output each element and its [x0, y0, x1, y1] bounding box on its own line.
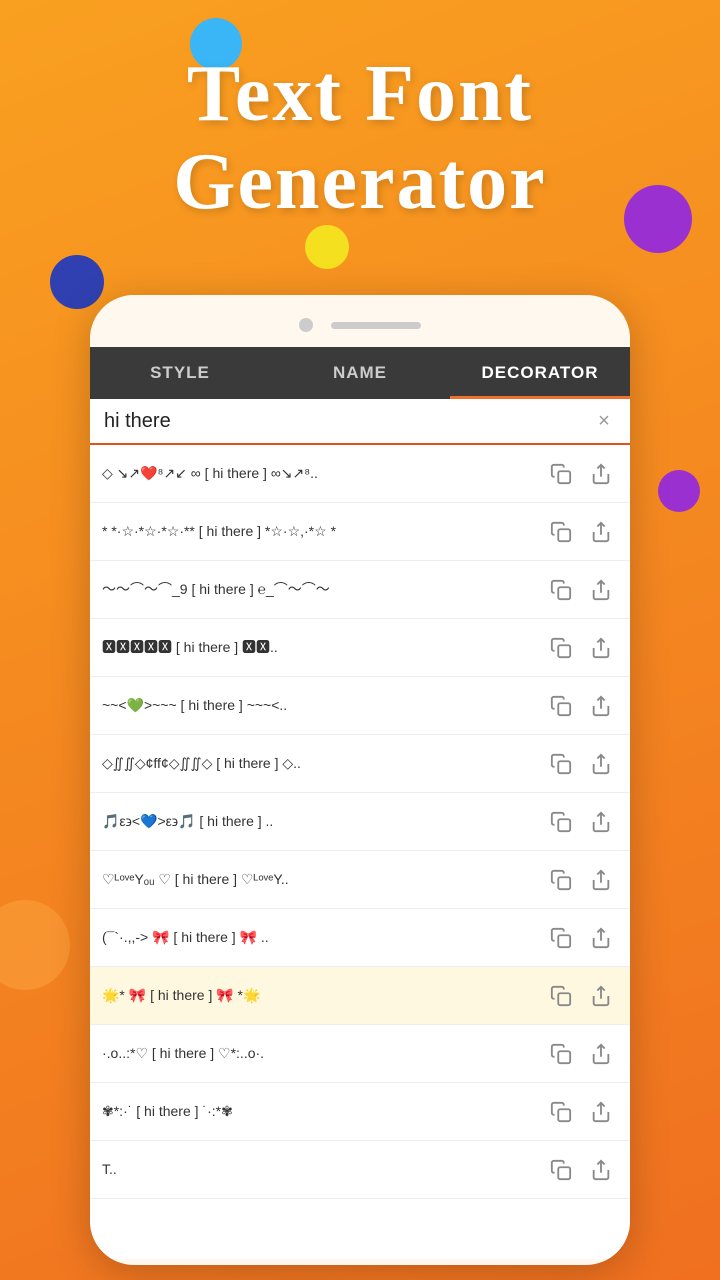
- phone-top-bar: [90, 295, 630, 347]
- copy-button[interactable]: [544, 1037, 578, 1071]
- result-row: (¯`·.,,-> 🎀 [ hi there ] 🎀 ..: [90, 909, 630, 967]
- title-area: Text Font Generator: [0, 50, 720, 226]
- share-button[interactable]: [584, 689, 618, 723]
- tab-bar: STYLE NAME DECORATOR: [90, 347, 630, 399]
- result-row: ◇ ↘↗❤️⁸↗↙ ∞ [ hi there ] ∞↘↗⁸..: [90, 445, 630, 503]
- copy-button[interactable]: [544, 1153, 578, 1187]
- tab-name[interactable]: NAME: [270, 347, 450, 399]
- row-actions: [544, 689, 618, 723]
- copy-button[interactable]: [544, 747, 578, 781]
- row-actions: [544, 747, 618, 781]
- result-text: 🎵ε϶<💙>ε϶🎵 [ hi there ] ..: [102, 812, 536, 830]
- share-button[interactable]: [584, 863, 618, 897]
- copy-button[interactable]: [544, 979, 578, 1013]
- share-button[interactable]: [584, 805, 618, 839]
- search-clear-button[interactable]: ×: [592, 409, 616, 433]
- tab-style[interactable]: STYLE: [90, 347, 270, 399]
- copy-button[interactable]: [544, 1095, 578, 1129]
- phone-camera: [299, 318, 313, 332]
- copy-button[interactable]: [544, 573, 578, 607]
- decorative-dot-yellow: [305, 225, 349, 269]
- results-list: ◇ ↘↗❤️⁸↗↙ ∞ [ hi there ] ∞↘↗⁸.. * *·☆·*☆·…: [90, 445, 630, 1259]
- row-actions: [544, 457, 618, 491]
- result-row: 🌟* 🎀 [ hi there ] 🎀 *🌟: [90, 967, 630, 1025]
- result-text: ◇∬∬◇¢ff¢◇∬∬◇ [ hi there ] ◇..: [102, 754, 536, 772]
- result-text: * *·☆·*☆·*☆·** [ hi there ] *☆·☆,·*☆ *: [102, 522, 536, 540]
- result-text: ~~<💚>~~~ [ hi there ] ~~~<..: [102, 696, 536, 714]
- row-actions: [544, 979, 618, 1013]
- result-text: (¯`·.,,-> 🎀 [ hi there ] 🎀 ..: [102, 928, 536, 946]
- share-button[interactable]: [584, 747, 618, 781]
- result-row: 🆇🆇🆇🆇🆇 [ hi there ] 🆇🆇..: [90, 619, 630, 677]
- decorative-dot-orange-left: [0, 900, 70, 990]
- search-row: ×: [90, 399, 630, 445]
- row-actions: [544, 1037, 618, 1071]
- tab-decorator[interactable]: DECORATOR: [450, 347, 630, 399]
- share-button[interactable]: [584, 921, 618, 955]
- copy-button[interactable]: [544, 689, 578, 723]
- result-row: ◇∬∬◇¢ff¢◇∬∬◇ [ hi there ] ◇..: [90, 735, 630, 793]
- row-actions: [544, 631, 618, 665]
- search-input[interactable]: [104, 410, 592, 433]
- app-title: Text Font Generator: [0, 50, 720, 226]
- copy-button[interactable]: [544, 921, 578, 955]
- share-button[interactable]: [584, 979, 618, 1013]
- copy-button[interactable]: [544, 805, 578, 839]
- result-text: 🆇🆇🆇🆇🆇 [ hi there ] 🆇🆇..: [102, 638, 536, 656]
- result-text: ·.o..:*♡ [ hi there ] ♡*:..o·.: [102, 1044, 536, 1062]
- result-text: ♡ᴸᵒᵛᵉYₒᵤ ♡ [ hi there ] ♡ᴸᵒᵛᵉY..: [102, 870, 536, 888]
- result-text: ～～⌒～⌒_9 [ hi there ] ℮_⌒～⌒～: [102, 580, 536, 598]
- share-button[interactable]: [584, 1153, 618, 1187]
- decorative-dot-indigo-left: [50, 255, 104, 309]
- share-button[interactable]: [584, 1037, 618, 1071]
- row-actions: [544, 921, 618, 955]
- result-row: ~~<💚>~~~ [ hi there ] ~~~<..: [90, 677, 630, 735]
- share-button[interactable]: [584, 631, 618, 665]
- result-row: * *·☆·*☆·*☆·** [ hi there ] *☆·☆,·*☆ *: [90, 503, 630, 561]
- copy-button[interactable]: [544, 631, 578, 665]
- result-row: ♡ᴸᵒᵛᵉYₒᵤ ♡ [ hi there ] ♡ᴸᵒᵛᵉY..: [90, 851, 630, 909]
- phone-speaker: [331, 322, 421, 329]
- row-actions: [544, 515, 618, 549]
- result-text: ◇ ↘↗❤️⁸↗↙ ∞ [ hi there ] ∞↘↗⁸..: [102, 464, 536, 482]
- result-row: ～～⌒～⌒_9 [ hi there ] ℮_⌒～⌒～: [90, 561, 630, 619]
- row-actions: [544, 805, 618, 839]
- result-text: ✾*:·˙ [ hi there ] ˙·:*✾: [102, 1102, 536, 1120]
- copy-button[interactable]: [544, 515, 578, 549]
- row-actions: [544, 1095, 618, 1129]
- share-button[interactable]: [584, 573, 618, 607]
- title-line1: Text Font: [187, 50, 533, 138]
- result-text: T..: [102, 1160, 536, 1178]
- result-row: ·.o..:*♡ [ hi there ] ♡*:..o·.: [90, 1025, 630, 1083]
- share-button[interactable]: [584, 457, 618, 491]
- row-actions: [544, 863, 618, 897]
- result-row: T..: [90, 1141, 630, 1199]
- title-line2: Generator: [173, 138, 546, 226]
- result-row: 🎵ε϶<💙>ε϶🎵 [ hi there ] ..: [90, 793, 630, 851]
- phone-mockup: STYLE NAME DECORATOR × ◇ ↘↗❤️⁸↗↙ ∞ [ hi …: [90, 295, 630, 1265]
- row-actions: [544, 1153, 618, 1187]
- row-actions: [544, 573, 618, 607]
- share-button[interactable]: [584, 1095, 618, 1129]
- decorative-dot-purple-right2: [658, 470, 700, 512]
- result-row: ✾*:·˙ [ hi there ] ˙·:*✾: [90, 1083, 630, 1141]
- share-button[interactable]: [584, 515, 618, 549]
- result-text: 🌟* 🎀 [ hi there ] 🎀 *🌟: [102, 986, 536, 1004]
- copy-button[interactable]: [544, 457, 578, 491]
- copy-button[interactable]: [544, 863, 578, 897]
